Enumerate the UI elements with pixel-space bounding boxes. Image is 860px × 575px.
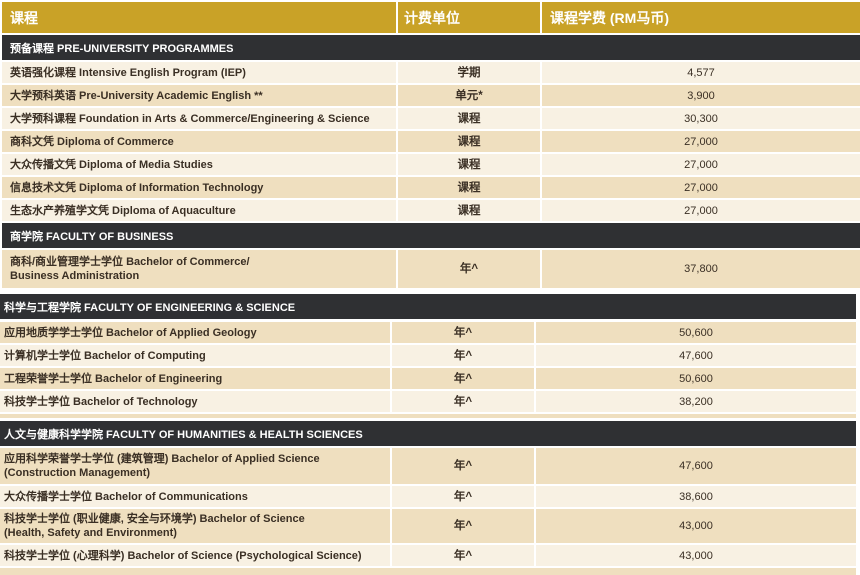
billing-unit: 课程 <box>398 177 540 198</box>
course-fee: 38,200 <box>536 391 856 412</box>
course-fee: 27,000 <box>542 154 860 175</box>
header-unit: 计费单位 <box>398 2 540 33</box>
course-name: 生态水产养殖学文凭 Diploma of Aquaculture <box>2 200 396 221</box>
course-name: 大学预科课程 Foundation in Arts & Commerce/Eng… <box>2 108 396 129</box>
course-name: 科技学士学位 Bachelor of Technology <box>0 391 390 412</box>
billing-unit: 年^ <box>392 486 534 507</box>
section-title-humanities-health: 人文与健康科学学院 FACULTY OF HUMANITIES & HEALTH… <box>0 421 856 446</box>
billing-unit: 课程 <box>398 154 540 175</box>
course-name: 信息技术文凭 Diploma of Information Technology <box>2 177 396 198</box>
billing-unit: 年^ <box>398 250 540 288</box>
course-fee: 3,900 <box>542 85 860 106</box>
billing-unit: 年^ <box>392 345 534 366</box>
course-fee: 30,300 <box>542 108 860 129</box>
section-title-business: 商学院 FACULTY OF BUSINESS <box>2 223 860 248</box>
course-fee: 47,600 <box>536 448 856 484</box>
course-fee: 50,600 <box>536 368 856 389</box>
header-course: 课程 <box>2 2 396 33</box>
course-fee: 43,000 <box>536 509 856 543</box>
course-fee: 50,600 <box>536 322 856 343</box>
course-name: 计算机学士学位 Bachelor of Computing <box>0 345 390 366</box>
course-name: 科技学士学位 (心理科学) Bachelor of Science (Psych… <box>0 545 390 566</box>
billing-unit: 年^ <box>392 448 534 484</box>
course-name: 应用科学荣誉学士学位 (建筑管理) Bachelor of Applied Sc… <box>0 448 390 484</box>
billing-unit: 年^ <box>392 391 534 412</box>
course-name: 应用地质学学士学位 Bachelor of Applied Geology <box>0 322 390 343</box>
course-name: 工程荣誉学士学位 Bachelor of Engineering <box>0 368 390 389</box>
course-fee: 27,000 <box>542 200 860 221</box>
section-title-engineering-science: 科学与工程学院 FACULTY OF ENGINEERING & SCIENCE <box>0 294 856 319</box>
billing-unit: 学期 <box>398 62 540 83</box>
course-name: 商科/商业管理学士学位 Bachelor of Commerce/ Busine… <box>2 250 396 288</box>
billing-unit: 年^ <box>392 368 534 389</box>
billing-unit: 年^ <box>392 545 534 566</box>
billing-unit: 单元* <box>398 85 540 106</box>
course-name: 大学预科英语 Pre-University Academic English *… <box>2 85 396 106</box>
billing-unit: 年^ <box>392 322 534 343</box>
course-name: 商科文凭 Diploma of Commerce <box>2 131 396 152</box>
billing-unit: 课程 <box>398 200 540 221</box>
header-fee: 课程学费 (RM马币) <box>542 2 860 33</box>
course-fee: 38,600 <box>536 486 856 507</box>
row-divider <box>0 414 856 418</box>
billing-unit: 年^ <box>392 509 534 543</box>
course-name: 大众传播文凭 Diploma of Media Studies <box>2 154 396 175</box>
course-fee: 27,000 <box>542 177 860 198</box>
section-title-pre-university: 预备课程 PRE-UNIVERSITY PROGRAMMES <box>2 35 860 60</box>
course-fee: 27,000 <box>542 131 860 152</box>
billing-unit: 课程 <box>398 108 540 129</box>
course-fee: 47,600 <box>536 345 856 366</box>
course-fee: 4,577 <box>542 62 860 83</box>
course-name: 英语强化课程 Intensive English Program (IEP) <box>2 62 396 83</box>
billing-unit: 课程 <box>398 131 540 152</box>
course-fee: 37,800 <box>542 250 860 288</box>
course-fee: 43,000 <box>536 545 856 566</box>
course-name: 科技学士学位 (职业健康, 安全与环境学) Bachelor of Scienc… <box>0 509 390 543</box>
course-name: 大众传播学士学位 Bachelor of Communications <box>0 486 390 507</box>
row-divider <box>0 568 856 575</box>
